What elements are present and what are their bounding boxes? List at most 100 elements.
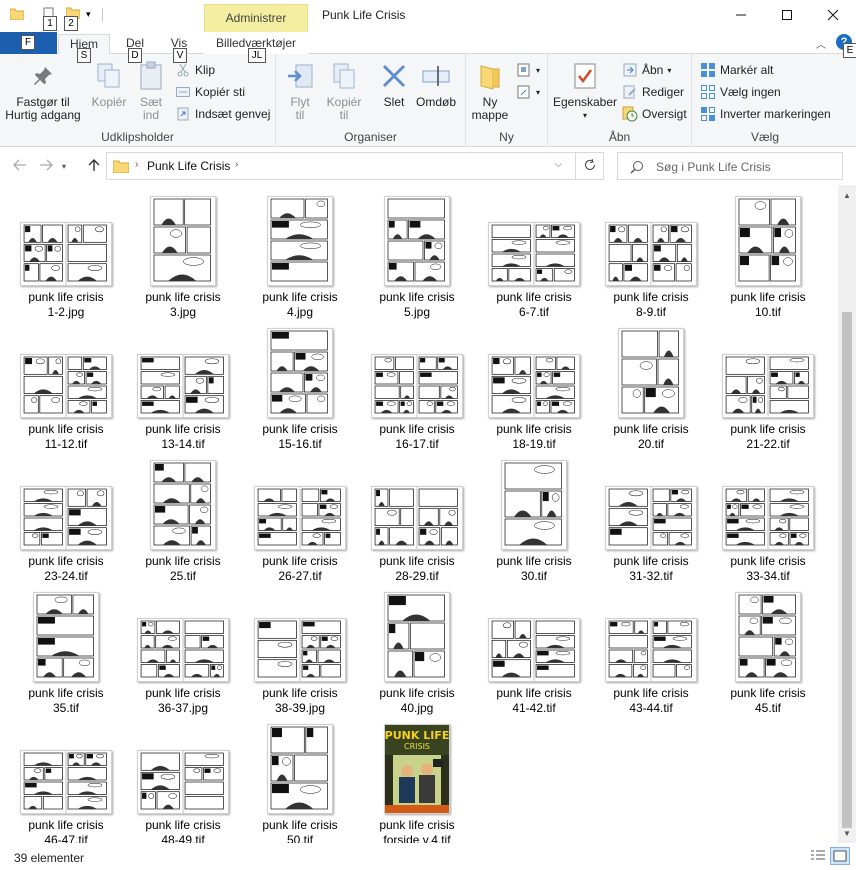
comic-page-thumbnail <box>137 618 229 682</box>
file-item[interactable]: punk life crisis 45.tif <box>712 586 824 718</box>
file-name: punk life crisis 36-37.jpg <box>127 686 239 716</box>
file-item[interactable]: punk life crisis 26-27.tif <box>244 454 356 586</box>
comic-page-thumbnail <box>605 618 697 682</box>
file-item[interactable]: punk life crisis 5.jpg <box>361 190 473 322</box>
file-name: punk life crisis 31-32.tif <box>595 554 707 584</box>
file-item[interactable]: punk life crisis 20.tif <box>595 322 707 454</box>
file-item[interactable]: punk life crisis 35.tif <box>10 586 122 718</box>
copy-to-button[interactable]: Kopiér til <box>324 60 364 122</box>
large-icons-view-icon[interactable] <box>830 847 850 865</box>
close-button[interactable] <box>810 0 856 32</box>
file-item[interactable]: punk life crisis 23-24.tif <box>10 454 122 586</box>
file-item[interactable]: punk life crisis 28-29.tif <box>361 454 473 586</box>
file-name-line-1: punk life crisis <box>28 290 104 304</box>
properties-button[interactable]: Egenskaber ▾ <box>552 60 618 122</box>
refresh-button[interactable] <box>576 152 604 180</box>
file-item[interactable]: punk life crisis 36-37.jpg <box>127 586 239 718</box>
minimize-button[interactable] <box>718 0 764 32</box>
copy-button[interactable]: Kopiér <box>88 60 130 109</box>
search-box[interactable]: Søg i Punk Life Crisis <box>617 152 843 180</box>
file-item[interactable]: punk life crisis 30.tif <box>478 454 590 586</box>
file-name-line-2: 4.jpg <box>286 305 314 319</box>
open-icon <box>622 62 638 78</box>
edit-icon <box>622 84 638 100</box>
keytip-quick-2: 2 <box>64 16 78 31</box>
copy-path-label: Kopiér sti <box>195 85 246 99</box>
maximize-button[interactable] <box>764 0 810 32</box>
recent-locations-button[interactable]: ▾ <box>58 157 70 175</box>
group-clipboard: Fastgør til Hurtig adgang Kopiér Sæt ind… <box>0 54 276 147</box>
file-item[interactable]: punk life crisis 40.jpg <box>361 586 473 718</box>
file-item[interactable]: punk life crisis 8-9.tif <box>595 190 707 322</box>
file-item[interactable]: punk life crisis 15-16.tif <box>244 322 356 454</box>
file-item[interactable]: punk life crisis 41-42.tif <box>478 586 590 718</box>
select-all-label: Markér alt <box>720 63 774 77</box>
file-item[interactable]: punk life crisis 11-12.tif <box>10 322 122 454</box>
file-item[interactable]: punk life crisis 6-7.tif <box>478 190 590 322</box>
file-item[interactable]: punk life crisis 48-49.tif <box>127 718 239 850</box>
back-button[interactable] <box>10 157 30 175</box>
file-item[interactable]: punk life crisis 16-17.tif <box>361 322 473 454</box>
ribbon-collapse-icon[interactable]: ︿ <box>816 36 826 51</box>
details-view-icon[interactable] <box>810 849 826 866</box>
select-all-button[interactable]: Markér alt <box>700 60 773 80</box>
edit-button[interactable]: Rediger <box>622 82 684 102</box>
easy-access-button[interactable]: ▾ <box>516 82 540 102</box>
file-item[interactable]: punk life crisis 50.tif <box>244 718 356 850</box>
scroll-down-icon[interactable]: ▼ <box>843 829 851 838</box>
pin-quick-access-button[interactable]: Fastgør til Hurtig adgang <box>4 60 82 122</box>
new-item-button[interactable]: ▾ <box>516 60 540 80</box>
cut-label: Klip <box>195 63 216 77</box>
breadcrumb-item[interactable]: Punk Life Crisis <box>147 159 230 173</box>
paste-button[interactable]: Sæt ind <box>134 60 168 122</box>
file-item[interactable]: punk life crisis 25.tif <box>127 454 239 586</box>
invert-selection-button[interactable]: Inverter markeringen <box>700 104 831 124</box>
file-item[interactable]: punk life crisis 21-22.tif <box>712 322 824 454</box>
file-item[interactable]: punk life crisis 3.jpg <box>127 190 239 322</box>
copy-label: Kopiér <box>91 95 127 109</box>
file-name: punk life crisis 20.tif <box>595 422 707 452</box>
file-name-line-1: punk life crisis <box>496 554 572 568</box>
move-to-button[interactable]: Flyt til <box>282 60 318 122</box>
file-item[interactable]: punk life crisis 1-2.jpg <box>10 190 122 322</box>
file-name-line-1: punk life crisis <box>379 686 455 700</box>
file-item[interactable]: punk life crisis 31-32.tif <box>595 454 707 586</box>
select-none-button[interactable]: Vælg ingen <box>700 82 781 102</box>
file-name-line-1: punk life crisis <box>28 422 104 436</box>
address-dropdown-icon[interactable]: ⌵ <box>555 159 562 170</box>
cut-button[interactable]: Klip <box>175 60 215 80</box>
svg-text:CRISIS: CRISIS <box>404 742 430 751</box>
file-item[interactable]: punk life crisis 13-14.tif <box>127 322 239 454</box>
file-item[interactable]: punk life crisis 43-44.tif <box>595 586 707 718</box>
file-name-line-1: punk life crisis <box>613 554 689 568</box>
address-bar[interactable]: › Punk Life Crisis › ⌵ <box>106 152 576 180</box>
file-name-line-1: punk life crisis <box>496 686 572 700</box>
window-title: Punk Life Crisis <box>322 8 406 22</box>
file-name-line-1: punk life crisis <box>145 290 221 304</box>
rename-button[interactable]: Omdøb <box>416 60 456 109</box>
file-item[interactable]: PUNK LIFE CRISIS punk life crisis forside v… <box>361 718 473 850</box>
history-label: Oversigt <box>642 107 687 121</box>
file-item[interactable]: punk life crisis 18-19.tif <box>478 322 590 454</box>
file-item[interactable]: punk life crisis 10.tif <box>712 190 824 322</box>
open-button[interactable]: Åbn ▾ <box>622 60 671 80</box>
comic-page-thumbnail <box>605 222 697 286</box>
copy-path-button[interactable]: Kopiér sti <box>175 82 245 102</box>
file-item[interactable]: punk life crisis 46-47.tif <box>10 718 122 850</box>
scroll-up-icon[interactable]: ▲ <box>843 191 851 200</box>
forward-button[interactable] <box>36 157 56 175</box>
file-name-line-1: punk life crisis <box>613 686 689 700</box>
quick-access-dropdown-icon[interactable]: ▾ <box>86 7 100 21</box>
paste-shortcut-button[interactable]: Indsæt genvej <box>175 104 270 124</box>
comic-page-thumbnail <box>267 328 333 418</box>
new-folder-button[interactable]: Ny mappe <box>470 60 510 122</box>
file-item[interactable]: punk life crisis 4.jpg <box>244 190 356 322</box>
scrollbar-thumb[interactable] <box>842 312 852 828</box>
up-button[interactable] <box>84 157 104 175</box>
history-button[interactable]: Oversigt <box>622 104 687 124</box>
file-item[interactable]: punk life crisis 33-34.tif <box>712 454 824 586</box>
delete-button[interactable]: Slet <box>374 60 414 109</box>
file-name-line-2: 40.jpg <box>400 701 434 715</box>
file-item[interactable]: punk life crisis 38-39.jpg <box>244 586 356 718</box>
file-name-line-1: punk life crisis <box>145 686 221 700</box>
